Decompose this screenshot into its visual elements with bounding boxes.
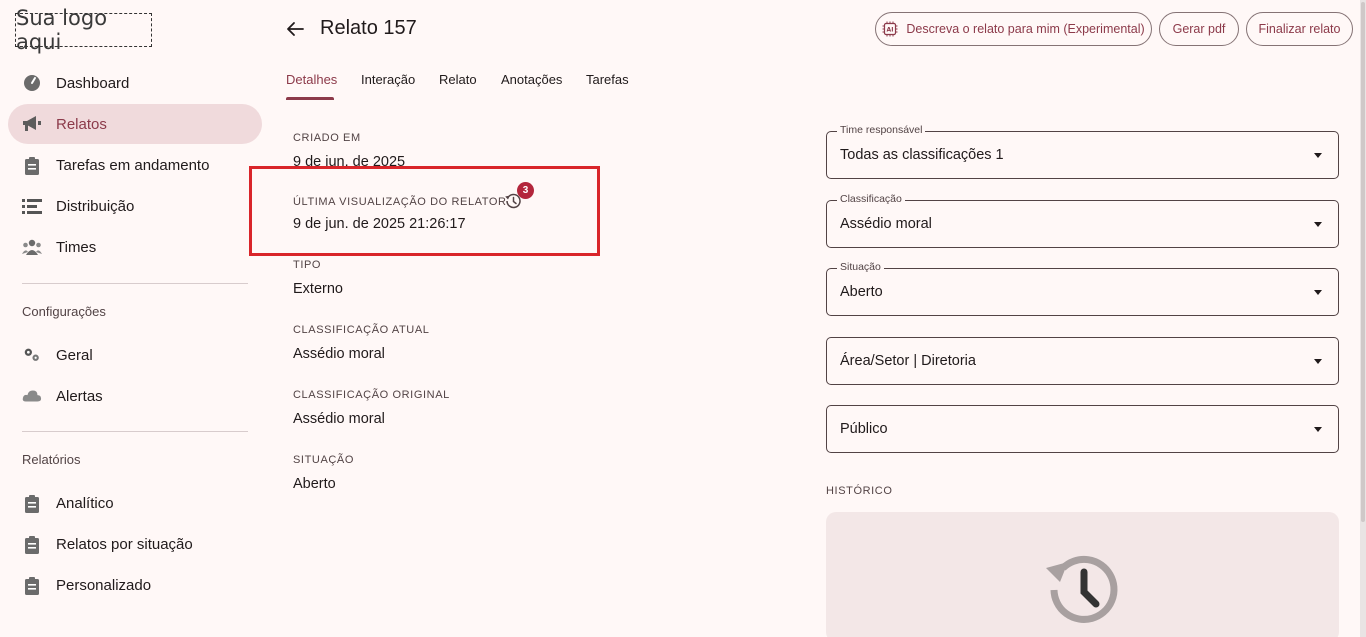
status-value: Aberto [293,476,336,492]
clipboard-icon [22,155,42,175]
describe-report-button[interactable]: AI Descreva o relato para mim (Experimen… [875,12,1152,46]
status-select-value: Aberto [840,284,883,300]
last-view-value: 9 de jun. de 2025 21:26:17 [293,216,466,232]
sidebar-item-tarefas[interactable]: Tarefas em andamento [8,145,262,185]
sidebar-item-distribuicao[interactable]: Distribuição [8,186,262,226]
list-bars-icon [22,196,42,216]
dropdown-arrow-icon [1314,222,1322,227]
people-icon [22,237,42,257]
sidebar-item-relatos-por-situacao[interactable]: Relatos por situação [8,524,262,564]
finish-report-label: Finalizar relato [1258,22,1341,36]
classification-select-legend: Classificação [837,193,905,205]
sidebar-item-label: Analítico [56,494,114,512]
sidebar-item-label: Relatos [56,115,107,133]
sidebar-item-label: Dashboard [56,74,130,92]
status-select[interactable]: Situação Aberto [826,261,1339,316]
sidebar-item-label: Alertas [56,387,103,405]
tab-relato[interactable]: Relato [439,72,477,87]
back-arrow-icon[interactable] [284,18,306,40]
tab-tarefas[interactable]: Tarefas [586,72,629,87]
sidebar-section-reports: Relatórios [22,452,81,467]
speedometer-icon [22,73,42,93]
type-label: TIPO [293,259,322,271]
ai-chip-icon: AI [882,21,898,37]
team-select-value: Todas as classificações 1 [840,147,1004,163]
team-select[interactable]: Time responsável Todas as classificações… [826,124,1339,179]
clipboard-icon [22,575,42,595]
active-tab-indicator [286,97,334,100]
sidebar-section-config: Configurações [22,304,106,319]
scrollbar[interactable] [1360,0,1366,637]
sidebar-item-dashboard[interactable]: Dashboard [8,63,262,103]
history-section-label: HISTÓRICO [826,485,893,497]
svg-text:AI: AI [887,27,894,34]
sidebar-divider [22,283,248,284]
dropdown-arrow-icon [1314,290,1322,295]
sidebar-item-geral[interactable]: Geral [8,335,262,375]
history-count-badge: 3 [517,182,534,199]
area-select[interactable]: Área/Setor | Diretoria [826,337,1339,385]
original-classification-value: Assédio moral [293,411,385,427]
type-value: Externo [293,281,343,297]
audience-select[interactable]: Público [826,405,1339,453]
sidebar-item-personalizado[interactable]: Personalizado [8,565,262,605]
sidebar-divider [22,431,248,432]
tab-detalhes[interactable]: Detalhes [286,72,337,87]
original-classification-label: CLASSIFICAÇÃO ORIGINAL [293,389,450,401]
last-view-label: ÚLTIMA VISUALIZAÇÃO DO RELATOR [293,196,507,208]
audience-select-value: Público [840,421,888,437]
logo-text: Sua logo aqui [16,6,108,54]
megaphone-icon [22,114,42,134]
current-classification-label: CLASSIFICAÇÃO ATUAL [293,324,430,336]
status-label: SITUAÇÃO [293,454,355,466]
dropdown-arrow-icon [1314,153,1322,158]
sidebar-item-times[interactable]: Times [8,227,262,267]
dropdown-arrow-icon [1314,359,1322,364]
sidebar-item-label: Geral [56,346,93,364]
sidebar-item-label: Relatos por situação [56,535,193,553]
clipboard-icon [22,493,42,513]
gears-icon [22,345,42,365]
page-title: Relato 157 [320,17,417,39]
created-label: CRIADO EM [293,132,361,144]
describe-report-label: Descreva o relato para mim (Experimental… [906,22,1145,36]
generate-pdf-label: Gerar pdf [1172,22,1226,36]
tab-anotacoes[interactable]: Anotações [501,72,562,87]
finish-report-button[interactable]: Finalizar relato [1246,12,1353,46]
highlight-box [249,166,600,256]
status-select-legend: Situação [837,261,884,273]
logo: Sua logo aqui [15,6,152,54]
clipboard-icon [22,534,42,554]
classification-select[interactable]: Classificação Assédio moral [826,193,1339,248]
sidebar-item-label: Personalizado [56,576,152,594]
sidebar-item-label: Times [56,238,97,256]
history-icon [1040,548,1124,632]
generate-pdf-button[interactable]: Gerar pdf [1159,12,1239,46]
area-select-value: Área/Setor | Diretoria [840,353,976,369]
alert-cloud-icon [22,386,42,406]
classification-select-value: Assédio moral [840,216,932,232]
tab-interacao[interactable]: Interação [361,72,415,87]
team-select-legend: Time responsável [837,124,926,136]
sidebar-item-relatos[interactable]: Relatos [8,104,262,144]
sidebar-item-label: Tarefas em andamento [56,156,210,174]
sidebar-item-analitico[interactable]: Analítico [8,483,262,523]
sidebar-item-label: Distribuição [56,197,135,215]
current-classification-value: Assédio moral [293,346,385,362]
sidebar-item-alertas[interactable]: Alertas [8,376,262,416]
dropdown-arrow-icon [1314,427,1322,432]
